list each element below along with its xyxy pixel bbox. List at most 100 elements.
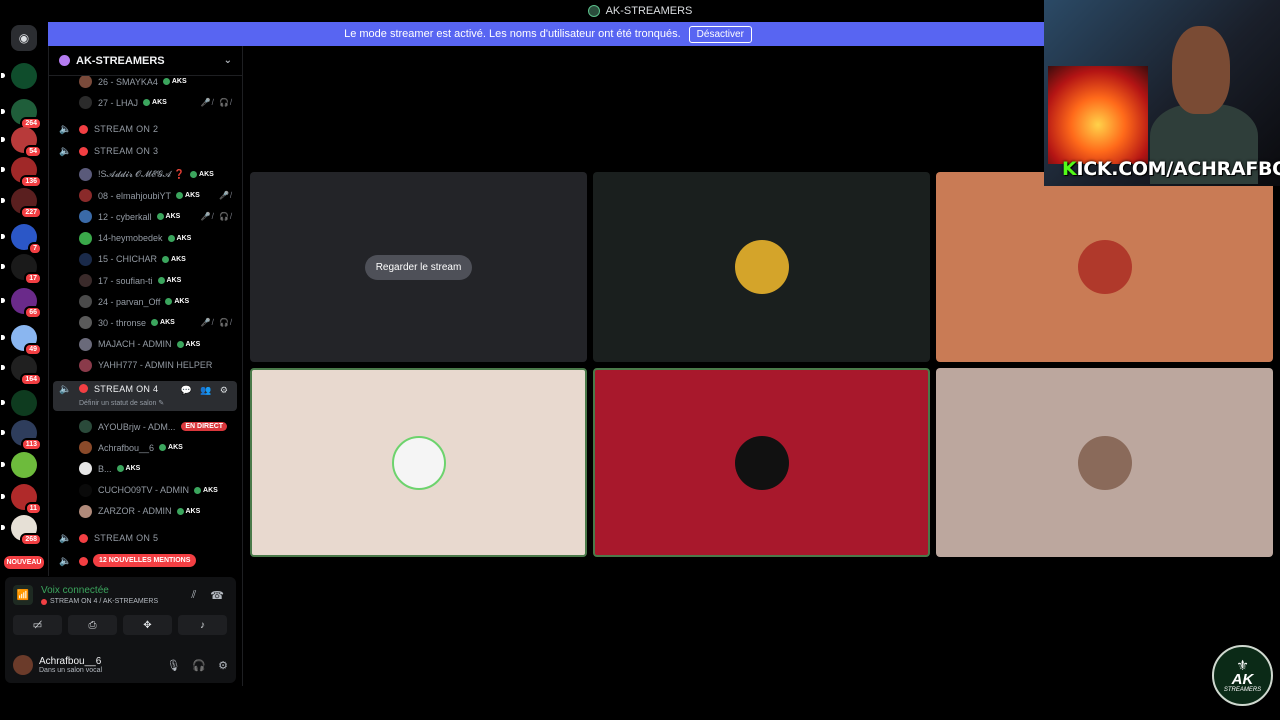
server-icon[interactable]: 54 xyxy=(1,127,42,158)
clan-tag: AKS xyxy=(159,444,183,451)
stream-tile[interactable] xyxy=(936,172,1273,362)
clan-tag: AKS xyxy=(117,465,141,472)
voice-user[interactable]: 30 - thronse AKS 🎤̸ 🎧̸ xyxy=(49,315,243,330)
avatar xyxy=(1077,435,1132,490)
server-icon[interactable] xyxy=(1,390,37,416)
channel-name: STREAM ON 5 xyxy=(94,533,159,543)
mention-badge: 268 xyxy=(20,533,42,546)
noise-suppression-icon[interactable]: ⫽ xyxy=(191,589,196,602)
muted-deafened-icon: 🎤̸ xyxy=(219,191,233,201)
muted-deafened-icon: 🎤̸ 🎧̸ xyxy=(200,318,233,328)
unread-indicator xyxy=(1,198,5,203)
unread-indicator xyxy=(1,400,5,405)
server-icon[interactable]: 17 xyxy=(1,254,42,285)
server-icon[interactable]: 113 xyxy=(1,420,42,451)
user-bar: Achrafbou__6 Dans un salon vocal 🎙 🎧 ⚙ xyxy=(5,647,236,683)
stream-tile[interactable] xyxy=(936,368,1273,557)
mention-badge: 11 xyxy=(24,502,42,515)
channel-dot-icon xyxy=(79,556,88,566)
voice-channel-stream-5[interactable]: 🔈 STREAM ON 5 xyxy=(49,529,243,547)
server-icon[interactable]: 264 xyxy=(1,99,42,130)
stream-tile[interactable] xyxy=(250,368,587,557)
server-icon[interactable]: 66 xyxy=(1,288,42,319)
soundboard-button[interactable]: ♪ xyxy=(178,615,227,635)
disconnect-icon[interactable]: ☎ xyxy=(210,589,224,602)
discord-home-icon[interactable]: ◉ xyxy=(11,25,37,51)
settings-gear-icon[interactable]: ⚙ xyxy=(218,659,228,672)
voice-user[interactable]: MAJACH - ADMIN AKS xyxy=(49,337,243,352)
voice-user[interactable]: !S𝓐𝓭𝓭𝓲𝓻 𝓞𝓜𝓔𝓖𝓐 ❓ AKS xyxy=(49,167,243,182)
mention-badge: 164 xyxy=(20,373,42,386)
stream-tile[interactable] xyxy=(593,368,930,557)
clan-tag: AKS xyxy=(157,213,181,220)
microphone-icon[interactable]: 🎙 xyxy=(166,659,180,672)
clan-tag: AKS xyxy=(163,78,187,85)
activities-button[interactable]: ✥ xyxy=(123,615,172,635)
voice-user[interactable]: AYOUBrjw - ADM... EN DIRECT xyxy=(49,419,243,434)
voice-user-name: AYOUBrjw - ADM... xyxy=(98,421,176,432)
streamer-mode-banner: Le mode streamer est activé. Les noms d'… xyxy=(48,22,1048,46)
server-icon[interactable]: 164 xyxy=(1,355,42,386)
server-icon[interactable]: 268 xyxy=(1,515,42,546)
clan-tag: AKS xyxy=(177,508,201,515)
voice-user[interactable]: YAHH777 - ADMIN HELPER xyxy=(49,358,243,373)
disable-streamer-mode-button[interactable]: Désactiver xyxy=(688,25,752,43)
voice-user[interactable]: 14-heymobedek AKS xyxy=(49,231,243,246)
unread-indicator xyxy=(1,365,5,370)
avatar xyxy=(79,316,92,330)
server-icon[interactable] xyxy=(1,452,37,478)
camera-toggle-button[interactable]: ▭̸ xyxy=(13,615,62,635)
voice-channel-stream-4[interactable]: 🔈 STREAM ON 4 Définir un statut de salon ✎… xyxy=(53,381,237,411)
unread-indicator xyxy=(1,137,5,142)
new-badge[interactable]: NOUVEAU xyxy=(4,556,44,569)
unread-indicator xyxy=(1,430,5,435)
avatar xyxy=(79,420,92,433)
server-icon[interactable]: 11 xyxy=(1,484,42,515)
avatar[interactable] xyxy=(13,655,33,675)
voice-channel-stream-3[interactable]: 🔈 STREAM ON 3 xyxy=(49,142,243,160)
avatar xyxy=(1077,240,1132,294)
server-icon[interactable]: 7 xyxy=(1,224,42,255)
channel-name: STREAM ON 2 xyxy=(94,124,159,134)
channel-dot-icon xyxy=(41,598,47,605)
voice-user[interactable]: 15 - CHICHAR AKS xyxy=(49,252,243,267)
voice-channel-stream-2[interactable]: 🔈 STREAM ON 2 xyxy=(49,120,243,138)
new-mentions-badge[interactable]: 12 NOUVELLES MENTIONS xyxy=(93,554,197,567)
voice-location[interactable]: STREAM ON 4 / AK-STREAMERS xyxy=(41,598,158,605)
clan-tag: AKS xyxy=(177,341,201,348)
stream-tile[interactable]: Regarder le stream xyxy=(250,172,587,362)
avatar xyxy=(79,358,92,372)
avatar xyxy=(79,76,92,88)
stream-tile[interactable] xyxy=(593,172,930,362)
watch-stream-button[interactable]: Regarder le stream xyxy=(364,254,473,280)
voice-user[interactable]: 26 - SMAYKA4 AKS xyxy=(49,76,243,89)
channel-actions[interactable]: 💬 👥 ⚙ xyxy=(181,385,231,396)
channel-status[interactable]: Définir un statut de salon ✎ xyxy=(79,399,164,407)
voice-user[interactable]: 24 - parvan_Off AKS xyxy=(49,294,243,309)
voice-user[interactable]: B... AKS xyxy=(49,461,243,476)
channel-dot-icon xyxy=(79,124,88,134)
guild-header[interactable]: AK-STREAMERS ⌄ xyxy=(49,46,242,76)
voice-user[interactable]: 12 - cyberkall AKS 🎤̸ 🎧̸ xyxy=(49,209,243,224)
voice-user-name: CUCHO09TV - ADMIN xyxy=(98,485,190,496)
voice-panel: 📶 Voix connectée STREAM ON 4 / AK-STREAM… xyxy=(5,577,236,683)
server-icon[interactable] xyxy=(1,63,37,89)
mention-badge: 136 xyxy=(20,175,42,188)
server-icon[interactable]: 227 xyxy=(1,188,42,219)
voice-user[interactable]: Achrafbou__6 AKS xyxy=(49,440,243,455)
voice-user[interactable]: 17 - soufian-ti AKS xyxy=(49,273,243,288)
server-icon[interactable]: 136 xyxy=(1,157,42,188)
avatar xyxy=(79,504,92,518)
headphones-icon[interactable]: 🎧 xyxy=(192,659,206,672)
channel-name: STREAM ON 3 xyxy=(94,146,159,156)
voice-user[interactable]: 08 - elmahjoubiYT AKS 🎤̸ xyxy=(49,188,243,203)
muted-deafened-icon: 🎤̸ 🎧̸ xyxy=(200,98,233,107)
avatar xyxy=(79,189,92,203)
voice-user[interactable]: 27 - LHAJ AKS 🎤̸ 🎧̸ xyxy=(49,95,243,110)
server-icon[interactable]: 49 xyxy=(1,325,42,356)
channel-sidebar: AK-STREAMERS ⌄ 26 - SMAYKA4 AKS 27 - LHAJ A… xyxy=(48,46,242,576)
voice-user[interactable]: CUCHO09TV - ADMIN AKS xyxy=(49,483,243,498)
screen-share-button[interactable]: ⎙ xyxy=(68,615,117,635)
fire-graphic xyxy=(1048,66,1148,164)
voice-user[interactable]: ZARZOR - ADMIN AKS xyxy=(49,504,243,519)
